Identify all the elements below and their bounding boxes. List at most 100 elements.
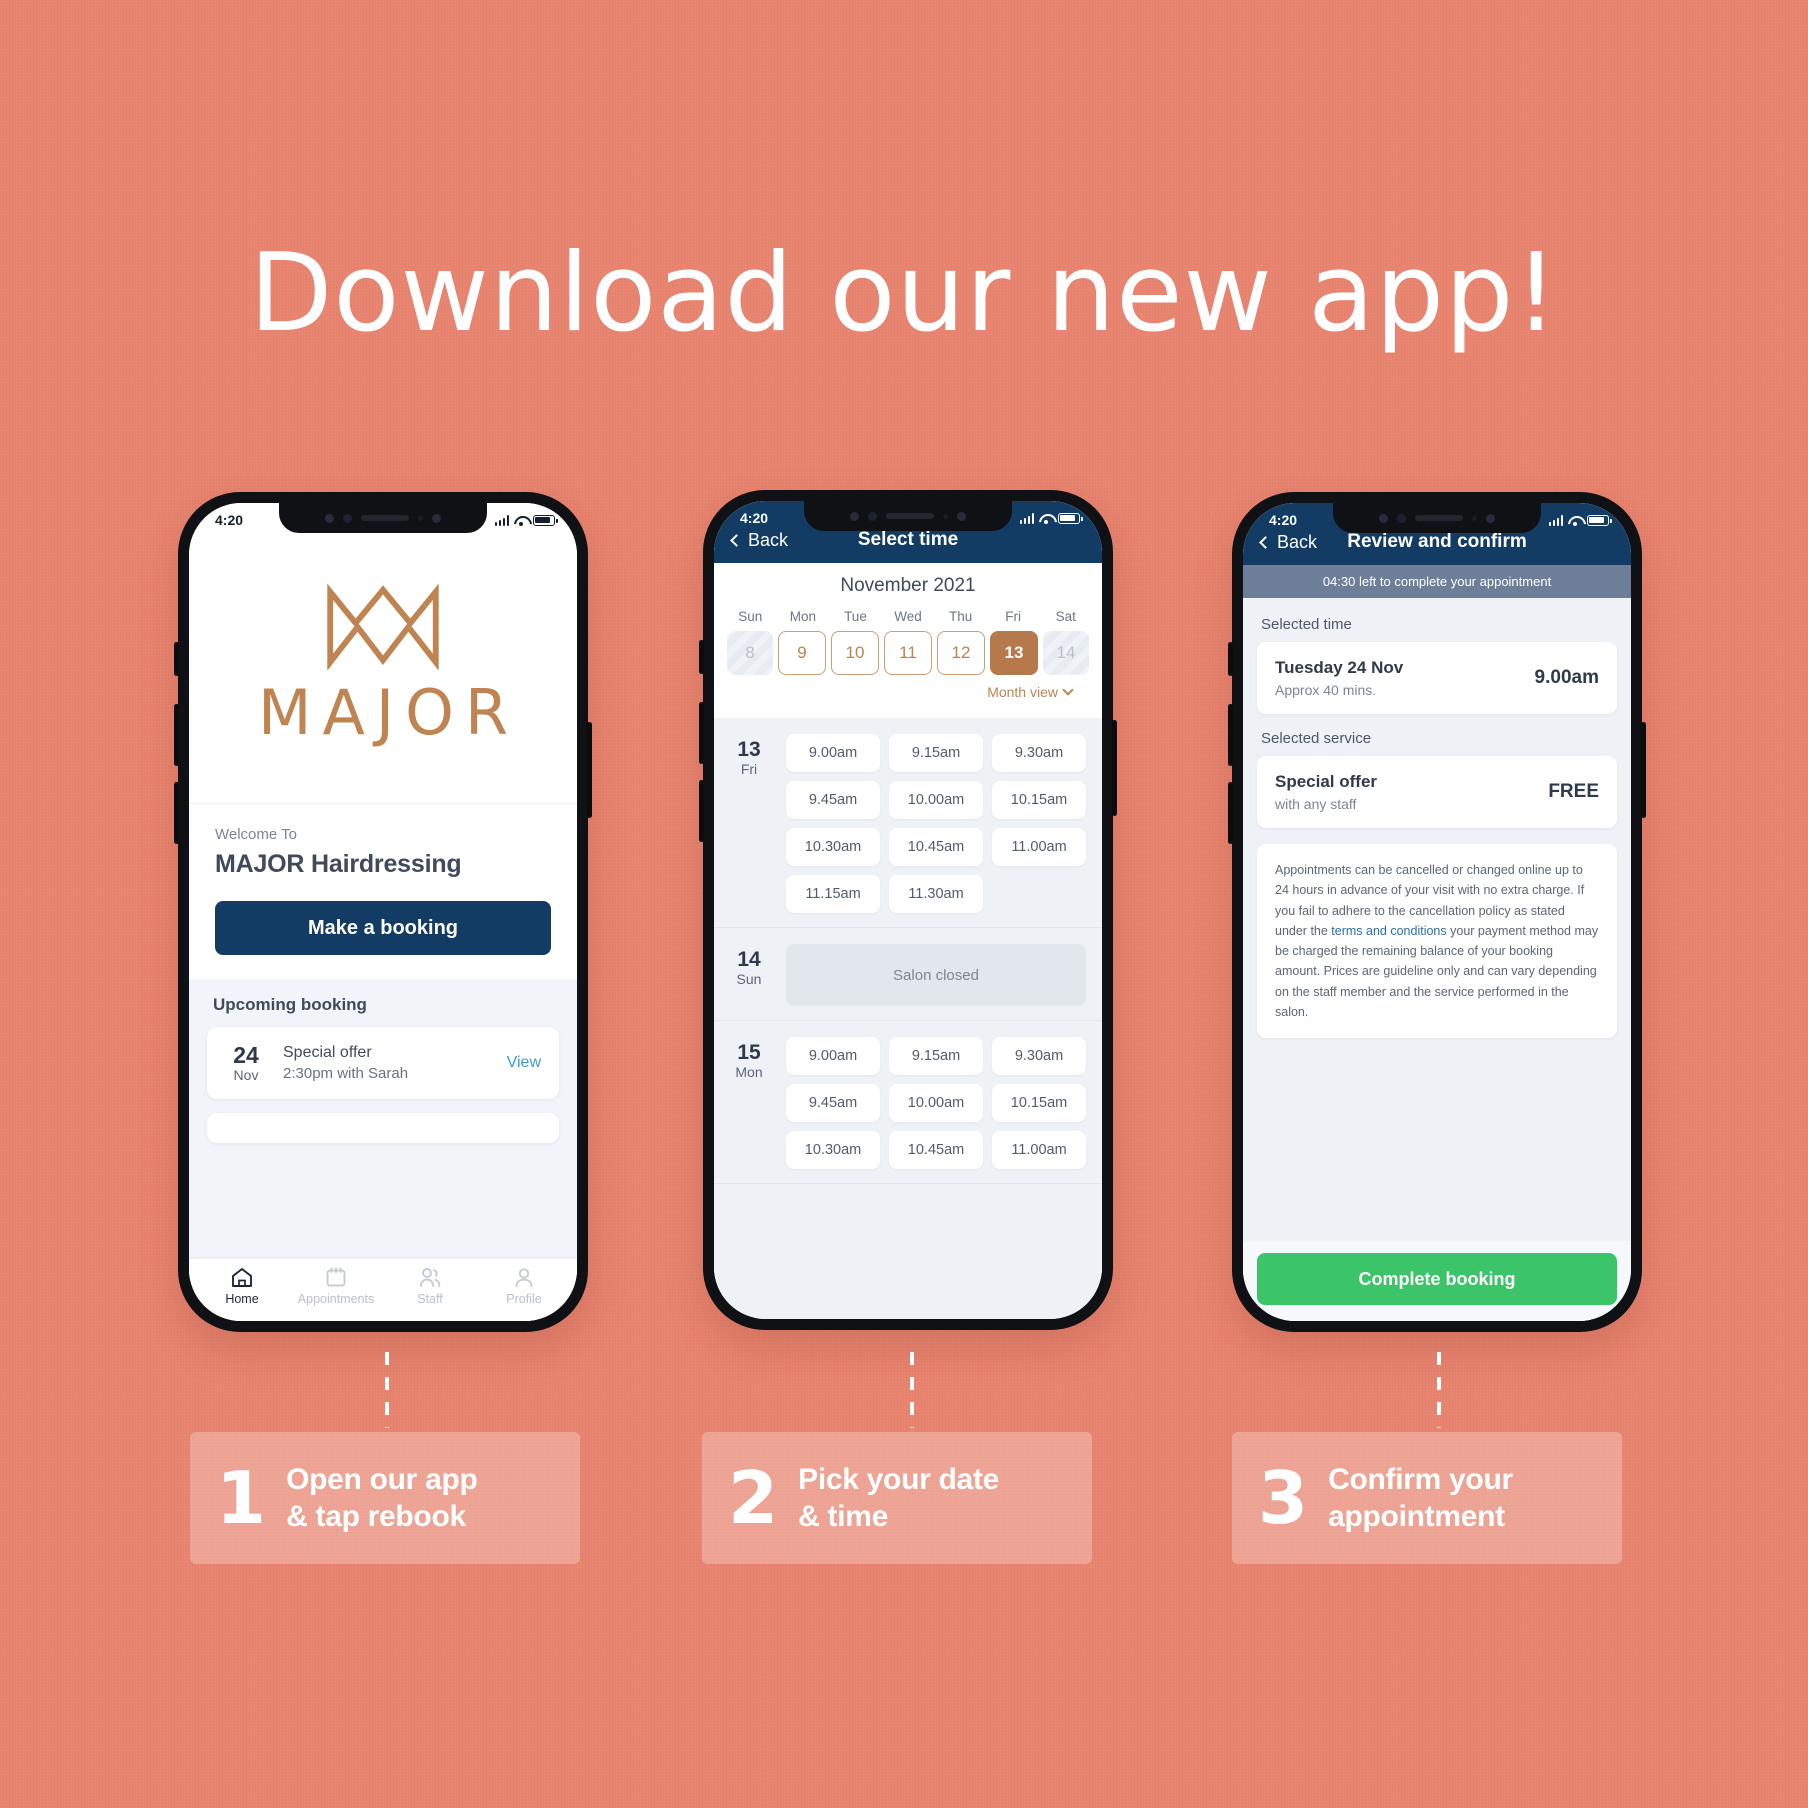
day-group-weekday: Fri	[740, 761, 758, 778]
time-slot-list[interactable]: 13 Fri 9.00am 9.15am 9.30am 9.45am 10.00…	[714, 718, 1102, 1319]
view-booking-link[interactable]: View	[507, 1054, 541, 1072]
upcoming-booking-title: Upcoming booking	[213, 995, 367, 1014]
phone-mockup-1: 4:20 MAJOR Welcome To MAJOR Hairdressing	[174, 492, 592, 1332]
day-group-15: 15 Mon 9.00am 9.15am 9.30am 9.45am 10.00…	[714, 1021, 1102, 1184]
time-slot[interactable]: 9.00am	[786, 1037, 880, 1075]
calendar-day-14: 14	[1043, 631, 1089, 675]
terms-card: Appointments can be cancelled or changed…	[1257, 844, 1617, 1038]
status-time: 4:20	[215, 512, 244, 528]
silent-switch	[1228, 642, 1233, 676]
complete-booking-button[interactable]: Complete booking	[1257, 1253, 1617, 1305]
dow-sun: Sun	[738, 609, 763, 624]
selected-time-card[interactable]: Tuesday 24 Nov Approx 40 mins. 9.00am	[1257, 642, 1617, 714]
make-a-booking-button[interactable]: Make a booking	[215, 901, 551, 955]
step-number: 1	[216, 1456, 267, 1540]
day-group-number: 15	[737, 1041, 761, 1064]
day-group-number: 14	[737, 948, 761, 971]
selected-duration: Approx 40 mins.	[1275, 682, 1377, 698]
time-slot[interactable]: 11.30am	[889, 875, 983, 913]
camera-icon	[325, 513, 334, 523]
time-slot[interactable]: 9.30am	[992, 1037, 1086, 1075]
time-slot[interactable]: 9.45am	[786, 781, 880, 819]
connector-line-2	[910, 1352, 914, 1428]
tab-appointments[interactable]: Appointments	[294, 1267, 378, 1306]
time-slot[interactable]: 10.30am	[786, 828, 880, 866]
day-group-13: 13 Fri 9.00am 9.15am 9.30am 9.45am 10.00…	[714, 718, 1102, 928]
brand-wordmark: MAJOR	[257, 675, 520, 749]
tab-home[interactable]: Home	[200, 1267, 284, 1306]
day-group-weekday: Sun	[736, 971, 762, 988]
calendar-day-row: 8 9 10 11 12 13 14	[724, 631, 1092, 675]
dow-tue: Tue	[844, 609, 867, 624]
step-caption-3: 3 Confirm your appointment	[1232, 1432, 1622, 1564]
time-slot[interactable]: 10.00am	[889, 1084, 983, 1122]
time-slot[interactable]: 9.45am	[786, 1084, 880, 1122]
wifi-icon	[1568, 515, 1582, 526]
upcoming-booking-section: Upcoming booking 24 Nov Special offer 2:…	[189, 979, 577, 1259]
phone3-content: Back Review and confirm 04:30 left to co…	[1243, 503, 1631, 1321]
phone-mockup-2: 4:20 Back Select time November 2021 Sun …	[699, 490, 1117, 1330]
time-slot[interactable]: 10.45am	[889, 1131, 983, 1169]
page-title: Download our new app!	[249, 231, 1559, 356]
selected-time-value: 9.00am	[1534, 667, 1599, 688]
front-camera-icon	[432, 513, 441, 523]
step-line-2: & tap rebook	[286, 1500, 466, 1533]
next-card-peek[interactable]	[207, 1113, 559, 1144]
tab-home-label: Home	[225, 1291, 259, 1306]
back-button[interactable]: Back	[730, 530, 789, 551]
time-slot[interactable]: 9.15am	[889, 734, 983, 772]
calendar-day-10[interactable]: 10	[831, 631, 879, 675]
time-slot[interactable]: 9.15am	[889, 1037, 983, 1075]
calendar-day-13-selected[interactable]: 13	[990, 631, 1038, 675]
back-button[interactable]: Back	[1259, 532, 1317, 553]
chevron-down-icon	[1062, 684, 1074, 696]
service-name: Special offer	[1275, 772, 1378, 791]
service-staff: with any staff	[1275, 796, 1357, 812]
slot-grid: 9.00am 9.15am 9.30am 9.45am 10.00am 10.1…	[786, 734, 1086, 913]
time-slot[interactable]: 9.00am	[786, 734, 880, 772]
back-label: Back	[748, 530, 789, 550]
time-slot[interactable]: 10.15am	[992, 781, 1086, 819]
volume-up-button	[699, 702, 704, 764]
time-slot[interactable]: 9.30am	[992, 734, 1086, 772]
selected-service-card[interactable]: Special offer with any staff FREE	[1257, 756, 1617, 828]
step-line-1: Confirm your	[1328, 1462, 1513, 1496]
calendar-day-12[interactable]: 12	[937, 631, 985, 675]
step-line-2: & time	[798, 1500, 888, 1533]
phone2-screen: 4:20 Back Select time November 2021 Sun …	[714, 501, 1102, 1319]
volume-down-button	[174, 782, 179, 844]
battery-icon	[533, 514, 558, 526]
time-slot[interactable]: 10.30am	[786, 1131, 880, 1169]
selected-time-label: Selected time	[1261, 616, 1352, 633]
time-slot[interactable]: 11.00am	[992, 1131, 1086, 1169]
battery-icon	[1587, 514, 1612, 526]
calendar-header: November 2021 Sun Mon Tue Wed Thu Fri Sa…	[714, 563, 1102, 718]
speaker-icon	[361, 515, 409, 521]
volume-up-button	[1228, 704, 1233, 766]
booking-date: 24 Nov	[225, 1043, 267, 1083]
month-view-toggle[interactable]: Month view	[724, 675, 1092, 710]
time-slot[interactable]: 11.15am	[786, 875, 880, 913]
time-slot[interactable]: 11.00am	[992, 828, 1086, 866]
connector-line-3	[1437, 1352, 1441, 1428]
time-slot[interactable]: 10.45am	[889, 828, 983, 866]
silent-switch	[174, 642, 179, 676]
tab-staff[interactable]: Staff	[388, 1267, 472, 1306]
notch	[1333, 503, 1541, 533]
dow-thu: Thu	[948, 609, 973, 624]
booking-card[interactable]: 24 Nov Special offer 2:30pm with Sarah V…	[207, 1027, 559, 1100]
major-crown-logo-icon	[327, 583, 439, 670]
calendar-day-11[interactable]: 11	[884, 631, 932, 675]
time-slot[interactable]: 10.15am	[992, 1084, 1086, 1122]
tab-profile[interactable]: Profile	[482, 1267, 566, 1306]
service-price: FREE	[1548, 781, 1599, 802]
month-view-label: Month view	[987, 684, 1058, 700]
chevron-left-icon	[1259, 535, 1272, 549]
review-scroll: Selected time Tuesday 24 Nov Approx 40 m…	[1243, 598, 1631, 1241]
chevron-left-icon	[730, 533, 743, 547]
calendar-day-9[interactable]: 9	[778, 631, 826, 675]
terms-and-conditions-link[interactable]: terms and conditions	[1331, 924, 1446, 938]
phone1-content: MAJOR Welcome To MAJOR Hairdressing Make…	[189, 503, 577, 1321]
time-slot[interactable]: 10.00am	[889, 781, 983, 819]
booking-day: 24	[233, 1042, 259, 1068]
